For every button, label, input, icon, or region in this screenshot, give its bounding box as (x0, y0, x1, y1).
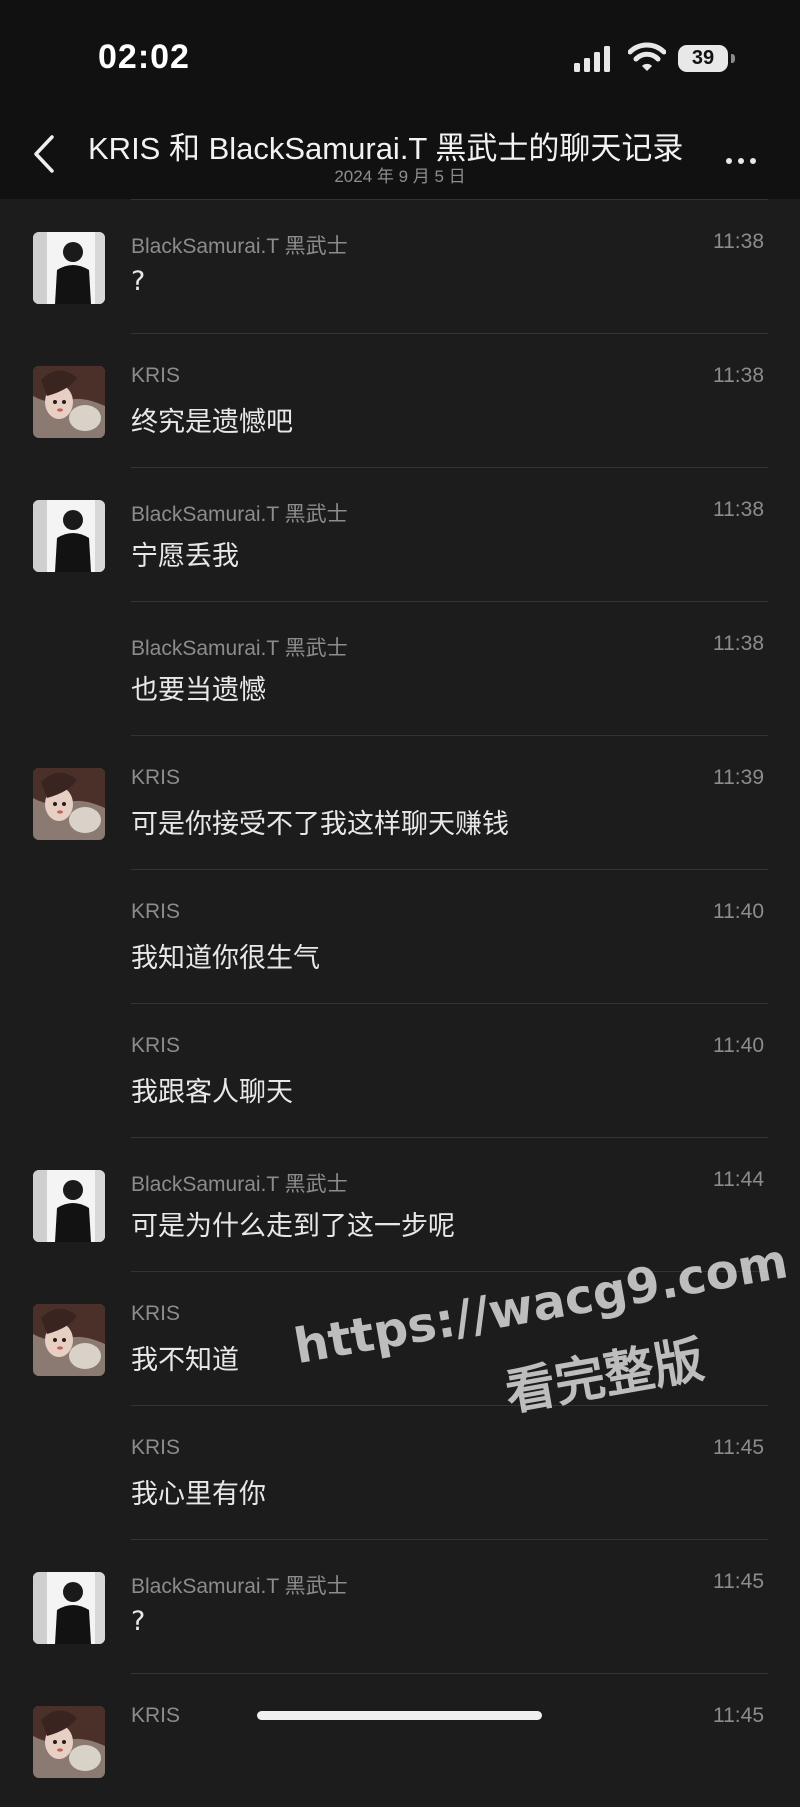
message-row[interactable]: BlackSamurai.T 黑武士 11:44 可是为什么走到了这一步呢 (0, 1137, 800, 1271)
sender-name: KRIS (131, 1034, 181, 1057)
sender-name: KRIS (131, 1302, 181, 1325)
message-text: 我跟客人聊天 (131, 1077, 293, 1108)
nav-header: KRIS 和 BlackSamurai.T 黑武士的聊天记录 2024 年 9 … (0, 115, 800, 199)
sender-name: BlackSamurai.T 黑武士 (131, 503, 348, 526)
avatar-black-samurai[interactable] (33, 500, 105, 572)
message-time: 11:44 (713, 1168, 764, 1191)
message-text: 终究是遗憾吧 (131, 407, 293, 438)
sender-name: KRIS (131, 1436, 181, 1459)
message-time: 11:40 (713, 900, 764, 923)
message-row[interactable]: KRIS 11:38 终究是遗憾吧 (0, 333, 800, 467)
message-row[interactable]: KRIS 11:45 我心里有你 (0, 1405, 800, 1539)
message-text: 宁愿丢我 (131, 541, 239, 572)
message-time: 11:38 (713, 498, 764, 521)
battery-icon: 39 (678, 45, 735, 72)
message-text: 我知道你很生气 (131, 943, 320, 974)
avatar-kris[interactable] (33, 1304, 105, 1376)
message-text: 我不知道 (131, 1345, 239, 1376)
sender-name: KRIS (131, 1704, 181, 1727)
message-divider (131, 467, 768, 468)
message-divider (131, 1003, 768, 1004)
message-row[interactable]: KRIS 11:40 我跟客人聊天 (0, 1003, 800, 1137)
sender-name: KRIS (131, 364, 181, 387)
message-divider (131, 1271, 768, 1272)
message-row[interactable]: BlackSamurai.T 黑武士 11:38 宁愿丢我 (0, 467, 800, 601)
message-row[interactable]: BlackSamurai.T 黑武士 11:45? (0, 1539, 800, 1673)
sender-name: KRIS (131, 900, 181, 923)
message-time: 11:38 (713, 632, 764, 655)
sender-name: BlackSamurai.T 黑武士 (131, 1575, 348, 1598)
message-divider (131, 1673, 768, 1674)
avatar-black-samurai[interactable] (33, 1572, 105, 1644)
battery-level: 39 (678, 45, 728, 72)
message-text: 我心里有你 (131, 1479, 266, 1510)
sender-name: BlackSamurai.T 黑武士 (131, 637, 348, 660)
cellular-signal-icon (574, 46, 610, 72)
message-divider (131, 333, 768, 334)
message-text: 也要当遗憾 (131, 675, 266, 706)
battery-tip (731, 54, 735, 63)
message-divider (131, 601, 768, 602)
sender-name: KRIS (131, 766, 181, 789)
message-divider (131, 1539, 768, 1540)
avatar-kris[interactable] (33, 768, 105, 840)
home-indicator[interactable] (257, 1711, 542, 1720)
avatar-black-samurai[interactable] (33, 232, 105, 304)
status-time: 02:02 (98, 38, 190, 76)
avatar-kris[interactable] (33, 366, 105, 438)
message-text: ? (131, 266, 146, 297)
wifi-icon (628, 42, 666, 71)
message-divider (131, 869, 768, 870)
message-text: ? (131, 1606, 146, 1637)
message-divider (131, 199, 768, 200)
sender-name: BlackSamurai.T 黑武士 (131, 1173, 348, 1196)
message-row[interactable]: KRIS 11:45 (0, 1673, 800, 1807)
message-time: 11:40 (713, 1034, 764, 1057)
message-time: 11:45 (713, 1436, 764, 1459)
message-divider (131, 1405, 768, 1406)
message-text: 可是为什么走到了这一步呢 (131, 1211, 455, 1242)
message-text: 可是你接受不了我这样聊天赚钱 (131, 809, 509, 840)
message-time: 11:38 (713, 364, 764, 387)
message-row[interactable]: BlackSamurai.T 黑武士 11:38 也要当遗憾 (0, 601, 800, 735)
message-time: 11:45 (713, 1570, 764, 1593)
message-row[interactable]: KRIS 我不知道 (0, 1271, 800, 1405)
avatar-kris[interactable] (33, 1706, 105, 1778)
message-divider (131, 735, 768, 736)
message-row[interactable]: BlackSamurai.T 黑武士 11:38? (0, 199, 800, 333)
message-list: BlackSamurai.T 黑武士 11:38? KRIS 11:38 终究是遗憾吧 B… (0, 199, 800, 1807)
chat-date: 2024 年 9 月 5 日 (334, 167, 466, 186)
message-row[interactable]: KRIS 11:40 我知道你很生气 (0, 869, 800, 1003)
avatar-black-samurai[interactable] (33, 1170, 105, 1242)
message-time: 11:38 (713, 230, 764, 253)
message-time: 11:45 (713, 1704, 764, 1727)
message-divider (131, 1137, 768, 1138)
message-time: 11:39 (713, 766, 764, 789)
more-options-icon[interactable] (726, 149, 766, 164)
message-row[interactable]: KRIS 11:39 可是你接受不了我这样聊天赚钱 (0, 735, 800, 869)
status-bar: 02:02 39 (0, 0, 800, 115)
sender-name: BlackSamurai.T 黑武士 (131, 235, 348, 258)
